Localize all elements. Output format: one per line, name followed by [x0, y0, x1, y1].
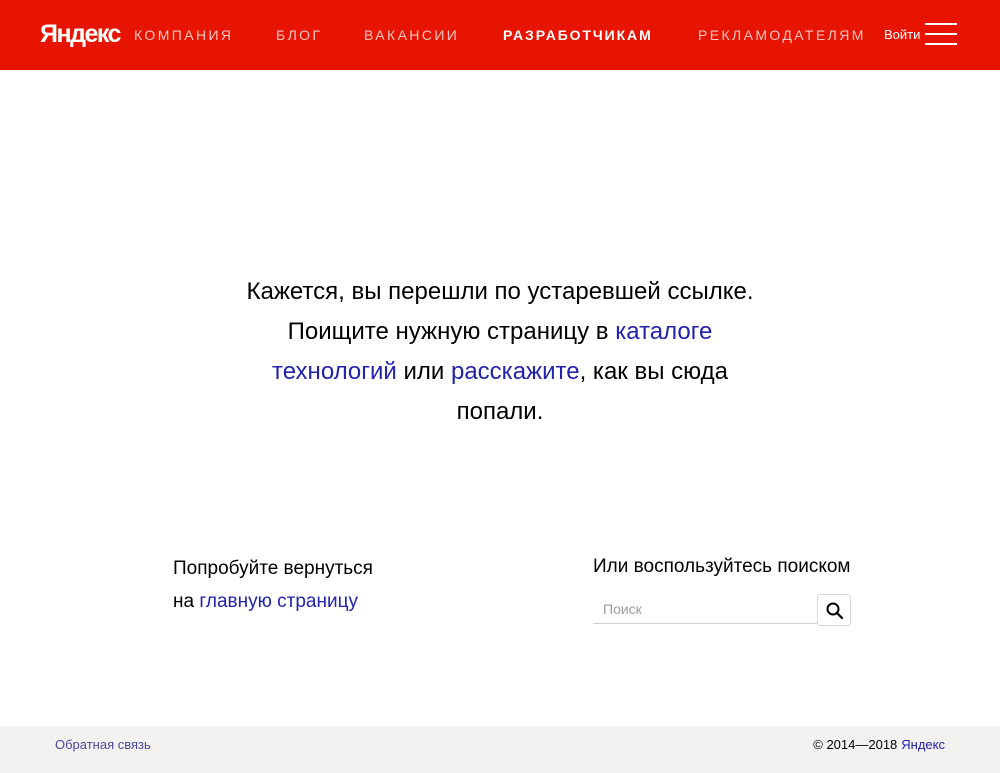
menu-line — [925, 23, 957, 25]
return-home-prefix: на — [173, 591, 200, 612]
nav-item-advertisers[interactable]: РЕКЛАМОДАТЕЛЯМ — [698, 27, 866, 43]
nav-item-blog[interactable]: БЛОГ — [276, 27, 322, 43]
copyright-text: © 2014—2018 — [813, 737, 898, 752]
tell-us-link[interactable]: расскажите — [451, 358, 580, 385]
nav-item-vacancies[interactable]: ВАКАНСИИ — [364, 27, 459, 43]
menu-line — [925, 33, 957, 35]
top-header: Яндекс КОМПАНИЯ БЛОГ ВАКАНСИИ РАЗРАБОТЧИ… — [0, 0, 1000, 70]
return-home-block: Попробуйте вернуться на главную страницу — [173, 552, 373, 618]
search-title: Или воспользуйтесь поиском — [593, 556, 851, 577]
outdated-link-message: Кажется, вы перешли по устаревшей ссылке… — [240, 272, 760, 432]
feedback-link[interactable]: Обратная связь — [55, 737, 151, 753]
search-icon — [826, 602, 843, 619]
page-footer: Обратная связь © 2014—2018 Яндекс — [0, 726, 1000, 773]
yandex-logo[interactable]: Яндекс — [40, 19, 121, 49]
message-text: или — [396, 358, 451, 385]
nav-item-company[interactable]: КОМПАНИЯ — [134, 27, 233, 43]
return-home-line: на главную страницу — [173, 585, 373, 618]
copyright: © 2014—2018 Яндекс — [813, 737, 945, 753]
login-link[interactable]: Войти — [884, 27, 920, 43]
home-page-link[interactable]: главную страницу — [199, 591, 358, 612]
return-home-text: Попробуйте вернуться — [173, 558, 373, 579]
search-input[interactable] — [593, 594, 817, 624]
menu-line — [925, 43, 957, 45]
search-button[interactable] — [817, 594, 851, 626]
hamburger-menu-icon[interactable] — [925, 23, 957, 45]
yandex-footer-link[interactable]: Яндекс — [901, 737, 945, 752]
nav-item-developers[interactable]: РАЗРАБОТЧИКАМ — [503, 27, 653, 43]
